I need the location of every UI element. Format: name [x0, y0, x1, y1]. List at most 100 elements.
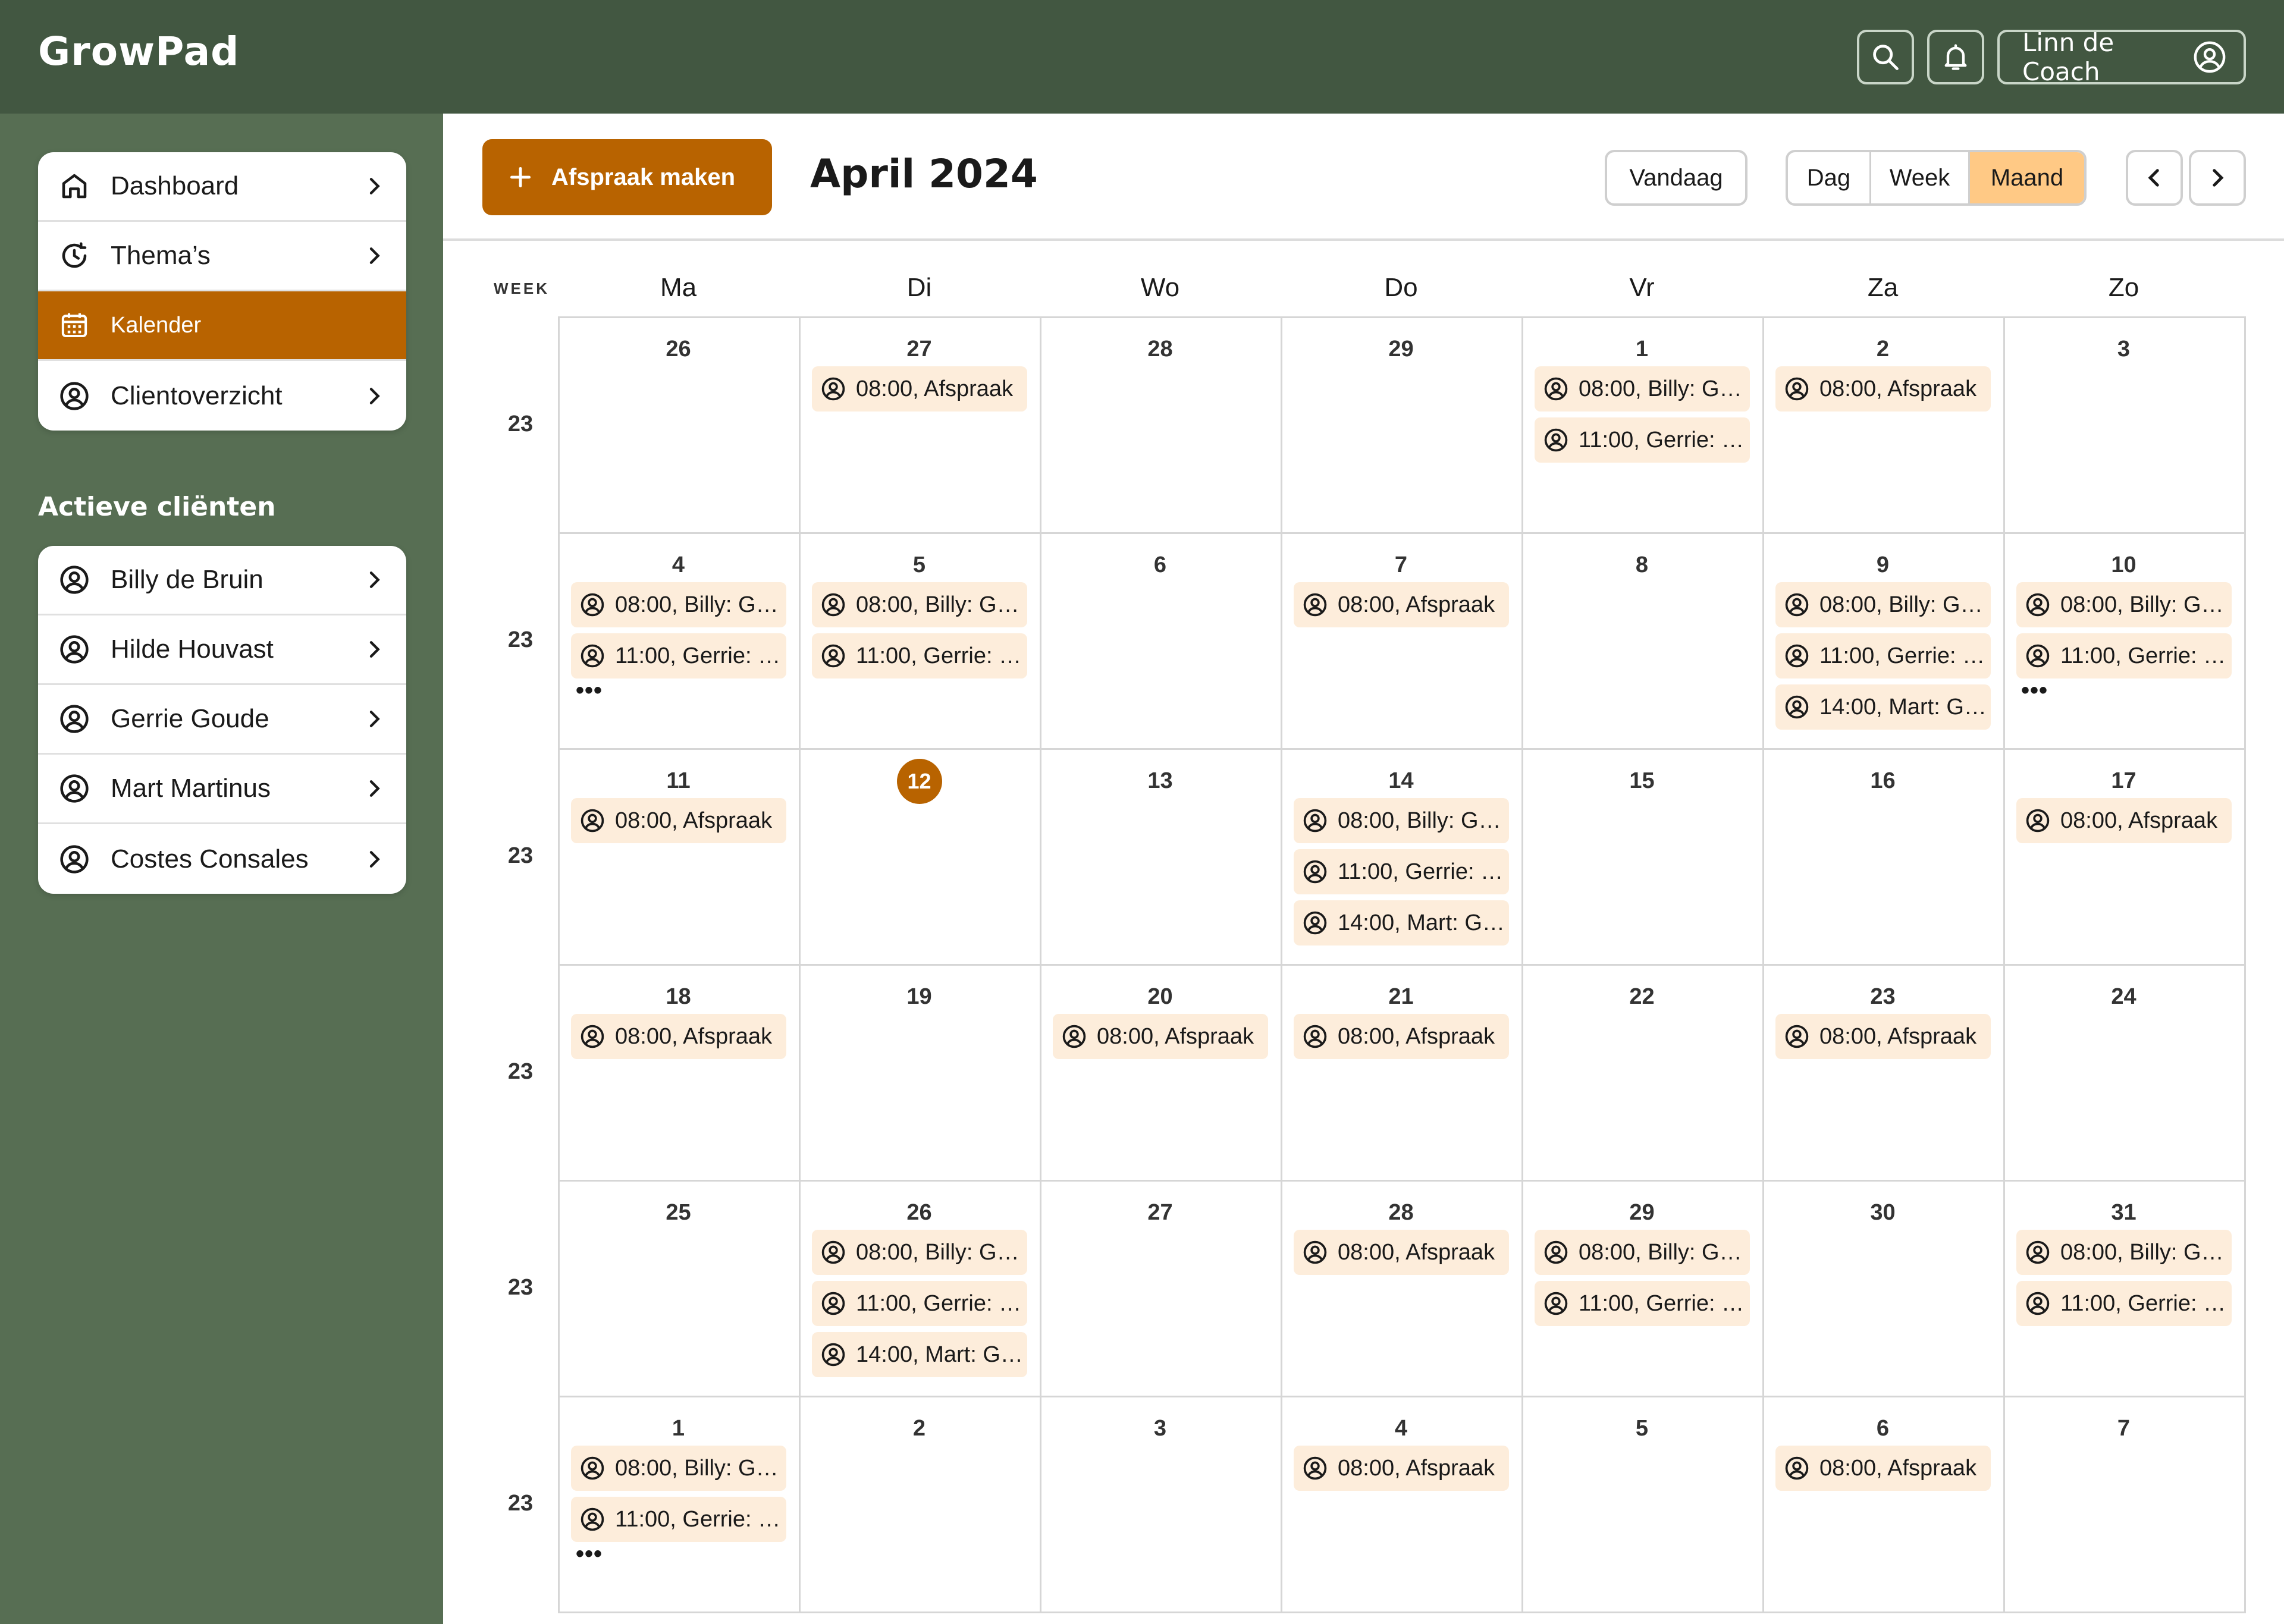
- calendar-event[interactable]: 11:00, Gerrie: Gesprek: [571, 1497, 786, 1542]
- nav-item-kalender[interactable]: Kalender: [38, 291, 406, 361]
- day-cell[interactable]: 19: [799, 964, 1041, 1182]
- day-cell[interactable]: 28 08:00, Afspraak: [1281, 1180, 1523, 1397]
- day-cell[interactable]: 10 08:00, Billy: Gesprek 11:00, Gerrie: Ge…: [2003, 532, 2246, 750]
- day-cell[interactable]: 25: [558, 1180, 801, 1397]
- calendar-event[interactable]: 08:00, Afspraak: [571, 798, 786, 843]
- calendar-event[interactable]: 08:00, Afspraak: [1775, 1014, 1991, 1059]
- calendar-event[interactable]: 11:00, Gerrie: Gesprek: [1535, 1281, 1750, 1326]
- day-cell[interactable]: 12: [799, 748, 1041, 966]
- day-cell[interactable]: 3: [2003, 316, 2246, 534]
- calendar-event[interactable]: 08:00, Afspraak: [812, 366, 1027, 412]
- day-cell[interactable]: 7 08:00, Afspraak: [1281, 532, 1523, 750]
- day-cell[interactable]: 5: [1521, 1396, 1764, 1613]
- day-cell[interactable]: 22: [1521, 964, 1764, 1182]
- day-cell[interactable]: 16: [1762, 748, 2005, 966]
- calendar-event[interactable]: 08:00, Billy: Gesprek: [2016, 1230, 2232, 1275]
- calendar-event[interactable]: 11:00, Gerrie: Gesprek: [571, 633, 786, 679]
- calendar-event[interactable]: 08:00, Afspraak: [1053, 1014, 1268, 1059]
- day-cell[interactable]: 28: [1040, 316, 1282, 534]
- calendar-event[interactable]: 14:00, Mart: Gesprek: [812, 1332, 1027, 1377]
- today-button[interactable]: Vandaag: [1605, 150, 1747, 206]
- day-cell[interactable]: 26 08:00, Billy: Gesprek 11:00, Gerrie: Ge…: [799, 1180, 1041, 1397]
- day-cell[interactable]: 5 08:00, Billy: Gesprek 11:00, Gerrie: Ges…: [799, 532, 1041, 750]
- day-cell[interactable]: 17 08:00, Afspraak: [2003, 748, 2246, 966]
- day-cell[interactable]: 26: [558, 316, 801, 534]
- day-cell[interactable]: 29: [1281, 316, 1523, 534]
- calendar-event[interactable]: 08:00, Afspraak: [2016, 798, 2232, 843]
- client-item[interactable]: Billy de Bruin: [38, 546, 406, 615]
- calendar-event[interactable]: 08:00, Afspraak: [571, 1014, 786, 1059]
- day-cell[interactable]: 9 08:00, Billy: Gesprek 11:00, Gerrie: Ges…: [1762, 532, 2005, 750]
- calendar-event[interactable]: 11:00, Gerrie: Gesprek: [812, 1281, 1027, 1326]
- day-cell[interactable]: 20 08:00, Afspraak: [1040, 964, 1282, 1182]
- calendar-event[interactable]: 08:00, Afspraak: [1775, 1446, 1991, 1491]
- day-cell[interactable]: 24: [2003, 964, 2246, 1182]
- calendar-event[interactable]: 08:00, Afspraak: [1294, 1446, 1509, 1491]
- day-cell[interactable]: 29 08:00, Billy: Gesprek 11:00, Gerrie: Ge…: [1521, 1180, 1764, 1397]
- day-cell[interactable]: 1 08:00, Billy: Gesprek 11:00, Gerrie: Ges…: [558, 1396, 801, 1613]
- calendar-event[interactable]: 08:00, Billy: Gesprek: [1535, 366, 1750, 412]
- calendar-event[interactable]: 08:00, Billy: Gesprek: [1775, 582, 1991, 627]
- view-week-button[interactable]: Week: [1871, 152, 1970, 203]
- day-cell[interactable]: 4 08:00, Billy: Gesprek 11:00, Gerrie: Ges…: [558, 532, 801, 750]
- calendar-event[interactable]: 08:00, Afspraak: [1294, 582, 1509, 627]
- nav-item-clientoverzicht[interactable]: Clientoverzicht: [38, 361, 406, 431]
- calendar-event[interactable]: 11:00, Gerrie: Gesprek: [1535, 417, 1750, 463]
- calendar-event[interactable]: 11:00, Gerrie: Gesprek: [1775, 633, 1991, 679]
- day-cell[interactable]: 18 08:00, Afspraak: [558, 964, 801, 1182]
- day-cell[interactable]: 27 08:00, Afspraak: [799, 316, 1041, 534]
- client-item[interactable]: Hilde Houvast: [38, 615, 406, 685]
- day-cell[interactable]: 11 08:00, Afspraak: [558, 748, 801, 966]
- day-cell[interactable]: 23 08:00, Afspraak: [1762, 964, 2005, 1182]
- day-cell[interactable]: 31 08:00, Billy: Gesprek 11:00, Gerrie: Ge…: [2003, 1180, 2246, 1397]
- day-cell[interactable]: 2 08:00, Afspraak: [1762, 316, 2005, 534]
- calendar-event[interactable]: 08:00, Afspraak: [1294, 1014, 1509, 1059]
- day-cell[interactable]: 15: [1521, 748, 1764, 966]
- prev-month-button[interactable]: [2126, 150, 2183, 206]
- day-cell[interactable]: 3: [1040, 1396, 1282, 1613]
- more-events-icon[interactable]: •••: [576, 677, 603, 704]
- new-appointment-button[interactable]: Afspraak maken: [482, 139, 772, 215]
- calendar-event[interactable]: 11:00, Gerrie: Gesprek: [2016, 1281, 2232, 1326]
- search-button[interactable]: [1857, 30, 1914, 84]
- nav-item-themas[interactable]: Thema’s: [38, 222, 406, 291]
- calendar-event[interactable]: 08:00, Afspraak: [1775, 366, 1991, 412]
- calendar-event[interactable]: 08:00, Billy: Gesprek: [812, 582, 1027, 627]
- calendar-event[interactable]: 14:00, Mart: Gesprek: [1294, 900, 1509, 945]
- client-item[interactable]: Gerrie Goude: [38, 685, 406, 755]
- calendar-event[interactable]: 08:00, Afspraak: [1294, 1230, 1509, 1275]
- calendar-event[interactable]: 11:00, Gerrie: Gesprek: [812, 633, 1027, 679]
- client-item[interactable]: Costes Consales: [38, 824, 406, 894]
- nav-item-dashboard[interactable]: Dashboard: [38, 152, 406, 222]
- brand-logo[interactable]: GrowPad: [38, 29, 239, 74]
- calendar-event[interactable]: 08:00, Billy: Gesprek: [2016, 582, 2232, 627]
- calendar-event[interactable]: 08:00, Billy: Gesprek: [571, 1446, 786, 1491]
- day-cell[interactable]: 2: [799, 1396, 1041, 1613]
- more-events-icon[interactable]: •••: [576, 1541, 603, 1568]
- day-cell[interactable]: 1 08:00, Billy: Gesprek 11:00, Gerrie: Ges…: [1521, 316, 1764, 534]
- day-cell[interactable]: 13: [1040, 748, 1282, 966]
- calendar-event[interactable]: 08:00, Billy: Gesprek: [812, 1230, 1027, 1275]
- day-cell[interactable]: 7: [2003, 1396, 2246, 1613]
- day-cell[interactable]: 30: [1762, 1180, 2005, 1397]
- calendar-event[interactable]: 08:00, Billy: Gesprek: [571, 582, 786, 627]
- calendar-event[interactable]: 14:00, Mart: Gesprek: [1775, 684, 1991, 730]
- view-day-button[interactable]: Dag: [1788, 152, 1871, 203]
- user-menu-button[interactable]: Linn de Coach: [1997, 28, 2246, 86]
- calendar-event[interactable]: 08:00, Billy: Gesprek: [1294, 798, 1509, 843]
- more-events-icon[interactable]: •••: [2021, 677, 2048, 704]
- next-month-button[interactable]: [2189, 150, 2246, 206]
- notifications-button[interactable]: [1927, 30, 1984, 84]
- day-cell[interactable]: 27: [1040, 1180, 1282, 1397]
- calendar-event[interactable]: 11:00, Gerrie: Gesprek: [2016, 633, 2232, 679]
- day-cell[interactable]: 6: [1040, 532, 1282, 750]
- client-item[interactable]: Mart Martinus: [38, 755, 406, 824]
- day-cell[interactable]: 14 08:00, Billy: Gesprek 11:00, Gerrie: Ge…: [1281, 748, 1523, 966]
- day-cell[interactable]: 21 08:00, Afspraak: [1281, 964, 1523, 1182]
- view-month-button[interactable]: Maand: [1970, 152, 2084, 203]
- day-cell[interactable]: 4 08:00, Afspraak: [1281, 1396, 1523, 1613]
- calendar-event[interactable]: 08:00, Billy: Gesprek: [1535, 1230, 1750, 1275]
- day-cell[interactable]: 8: [1521, 532, 1764, 750]
- day-cell[interactable]: 6 08:00, Afspraak: [1762, 1396, 2005, 1613]
- calendar-event[interactable]: 11:00, Gerrie: Gesprek: [1294, 849, 1509, 894]
